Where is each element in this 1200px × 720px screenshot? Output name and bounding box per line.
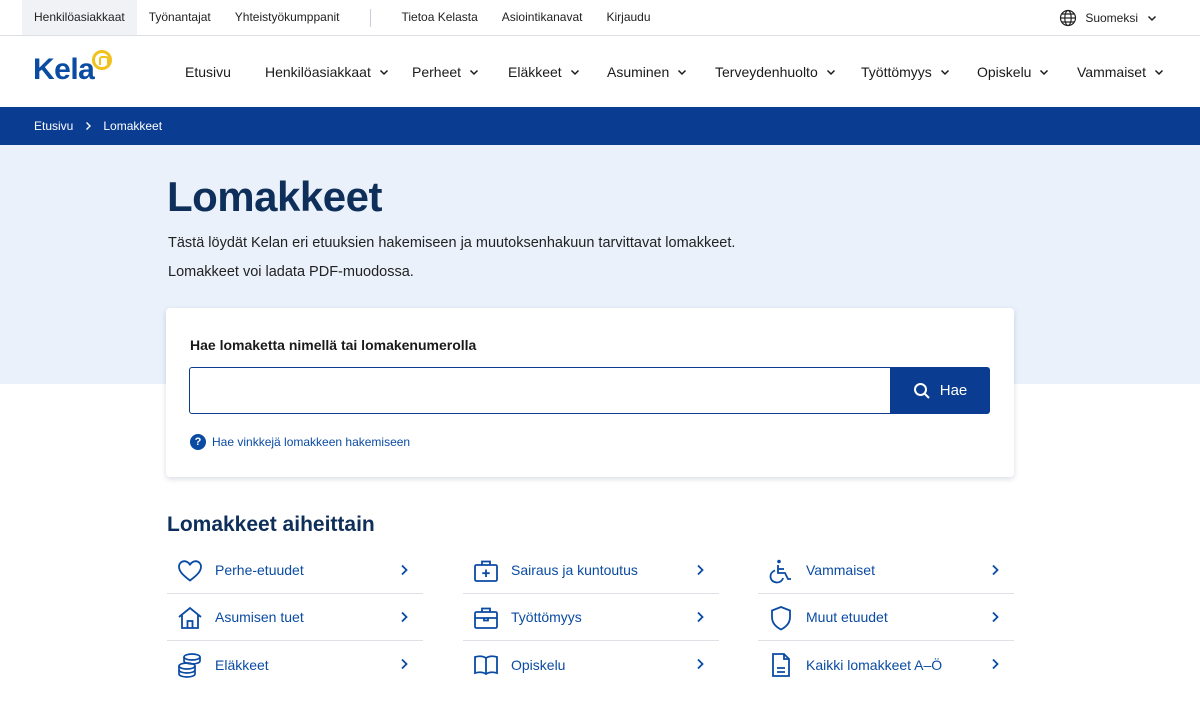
chevron-right-icon [992, 564, 999, 576]
search-button[interactable]: Hae [890, 367, 990, 414]
nav-item-label: Perheet [412, 63, 462, 80]
search-card: Hae lomaketta nimellä tai lomakenumeroll… [166, 308, 1014, 477]
utility-link-kirjaudu[interactable]: Kirjaudu [594, 0, 662, 35]
breadcrumb: Etusivu Lomakkeet [34, 107, 162, 145]
intro-text-1: Tästä löydät Kelan eri etuuksien hakemis… [168, 235, 736, 251]
utility-link-tyonantajat[interactable]: Työnantajat [137, 0, 223, 35]
chevron-down-icon [826, 69, 835, 75]
chevron-right-icon [86, 122, 92, 130]
chevron-down-icon [678, 69, 687, 75]
utility-bar: Henkilöasiakkaat Työnantajat Yhteistyöku… [0, 0, 1200, 36]
topic-kaikki-lomakkeet[interactable]: Kaikki lomakkeet A–Ö [758, 641, 1014, 688]
nav-item-terveydenhuolto[interactable]: Terveydenhuolto [715, 36, 836, 107]
topic-label: Sairaus ja kuntoutus [511, 562, 638, 578]
chevron-right-icon [697, 564, 704, 576]
topic-label: Kaikki lomakkeet A–Ö [806, 656, 943, 673]
breadcrumb-current: Lomakkeet [103, 119, 163, 133]
topic-label: Työttömyys [511, 609, 582, 625]
wheelchair-icon [768, 558, 794, 584]
topic-perhe-etuudet[interactable]: Perhe-etuudet [167, 547, 423, 594]
topic-label: Vammaiset [806, 562, 875, 578]
chevron-right-icon [697, 611, 704, 623]
topic-label: Muut etuudet [806, 609, 888, 625]
nav-item-perheet[interactable]: Perheet [412, 36, 479, 107]
intro-text-2: Lomakkeet voi ladata PDF-muodossa. [168, 264, 414, 280]
page-title: Lomakkeet [167, 173, 382, 220]
topic-opiskelu[interactable]: Opiskelu [463, 641, 719, 688]
language-label: Suomeksi [1085, 10, 1138, 25]
utility-divider [369, 8, 371, 27]
nav-item-label: Asuminen [607, 63, 670, 80]
utility-link-yhteistyokumppanit[interactable]: Yhteistyökumppanit [223, 0, 352, 35]
search-tips-link[interactable]: ? Hae vinkkejä lomakkeen hakemiseen [190, 434, 410, 450]
nav-item-label: Henkilöasiakkaat [265, 63, 371, 80]
chevron-down-icon [1146, 12, 1158, 24]
nav-item-label: Etusivu [185, 63, 231, 80]
utility-links: Henkilöasiakkaat Työnantajat Yhteistyöku… [22, 0, 663, 35]
chevron-down-icon [1040, 69, 1049, 75]
topic-sairaus-ja-kuntoutus[interactable]: Sairaus ja kuntoutus [463, 547, 719, 594]
nav-item-label: Työttömyys [861, 63, 932, 80]
nav-item-label: Terveydenhuolto [715, 63, 818, 80]
topic-vammaiset[interactable]: Vammaiset [758, 547, 1014, 594]
chevron-right-icon [697, 658, 704, 670]
chevron-right-icon [401, 611, 408, 623]
main-navigation: Kela Etusivu Henkilöasiakkaat Perheet El… [0, 36, 1200, 107]
topic-asumisen-tuet[interactable]: Asumisen tuet [167, 594, 423, 641]
house-icon [177, 605, 203, 631]
topic-label: Asumisen tuet [215, 609, 304, 625]
breadcrumb-bar: Etusivu Lomakkeet [0, 107, 1200, 145]
nav-item-label: Vammaiset [1077, 63, 1146, 80]
search-button-label: Hae [939, 382, 968, 399]
nav-item-elakkeet[interactable]: Eläkkeet [508, 36, 580, 107]
chevron-right-icon [992, 611, 999, 623]
search-tips-label: Hae vinkkejä lomakkeen hakemiseen [212, 435, 411, 449]
chevron-right-icon [401, 564, 408, 576]
search-label: Hae lomaketta nimellä tai lomakenumeroll… [190, 337, 477, 353]
nav-item-etusivu[interactable]: Etusivu [185, 36, 231, 107]
nav-item-henkiloasiakkaat[interactable]: Henkilöasiakkaat [265, 36, 389, 107]
chevron-down-icon [1154, 69, 1164, 75]
nav-item-label: Eläkkeet [508, 63, 562, 80]
chevron-down-icon [940, 69, 949, 75]
language-selector[interactable]: Suomeksi [1059, 0, 1158, 35]
nav-item-asuminen[interactable]: Asuminen [607, 36, 687, 107]
topic-label: Opiskelu [511, 656, 566, 673]
document-icon [768, 652, 794, 678]
question-icon: ? [190, 434, 206, 450]
chevron-down-icon [470, 69, 479, 75]
chevron-right-icon [992, 658, 999, 670]
nav-item-label: Opiskelu [977, 63, 1032, 80]
topic-tyottomyys[interactable]: Työttömyys [463, 594, 719, 641]
nav-item-opiskelu[interactable]: Opiskelu [977, 36, 1049, 107]
shield-icon [768, 605, 794, 631]
topics-title: Lomakkeet aiheittain [167, 513, 375, 536]
heart-icon [177, 558, 203, 584]
breadcrumb-home-link[interactable]: Etusivu [34, 119, 73, 133]
book-icon [473, 652, 499, 678]
briefcase-icon [473, 605, 499, 631]
topic-label: Eläkkeet [215, 656, 269, 673]
utility-link-asiointikanavat[interactable]: Asiointikanavat [490, 0, 595, 35]
chevron-down-icon [379, 69, 388, 75]
topic-elakkeet[interactable]: Eläkkeet [167, 641, 423, 688]
nav-items: Etusivu Henkilöasiakkaat Perheet Eläkkee… [0, 36, 1200, 107]
chevron-right-icon [401, 658, 408, 670]
search-icon [913, 382, 930, 399]
coins-icon [177, 652, 203, 678]
globe-icon [1059, 9, 1077, 27]
search-input[interactable] [189, 367, 891, 414]
nav-item-vammaiset[interactable]: Vammaiset [1077, 36, 1164, 107]
topic-label: Perhe-etuudet [215, 562, 304, 578]
nav-item-tyottomyys[interactable]: Työttömyys [861, 36, 950, 107]
topic-muut-etuudet[interactable]: Muut etuudet [758, 594, 1014, 641]
utility-link-henkiloasiakkaat[interactable]: Henkilöasiakkaat [22, 0, 137, 35]
utility-link-tietoa-kelasta[interactable]: Tietoa Kelasta [390, 0, 490, 35]
chevron-down-icon [570, 69, 579, 75]
medical-case-icon [473, 558, 499, 584]
